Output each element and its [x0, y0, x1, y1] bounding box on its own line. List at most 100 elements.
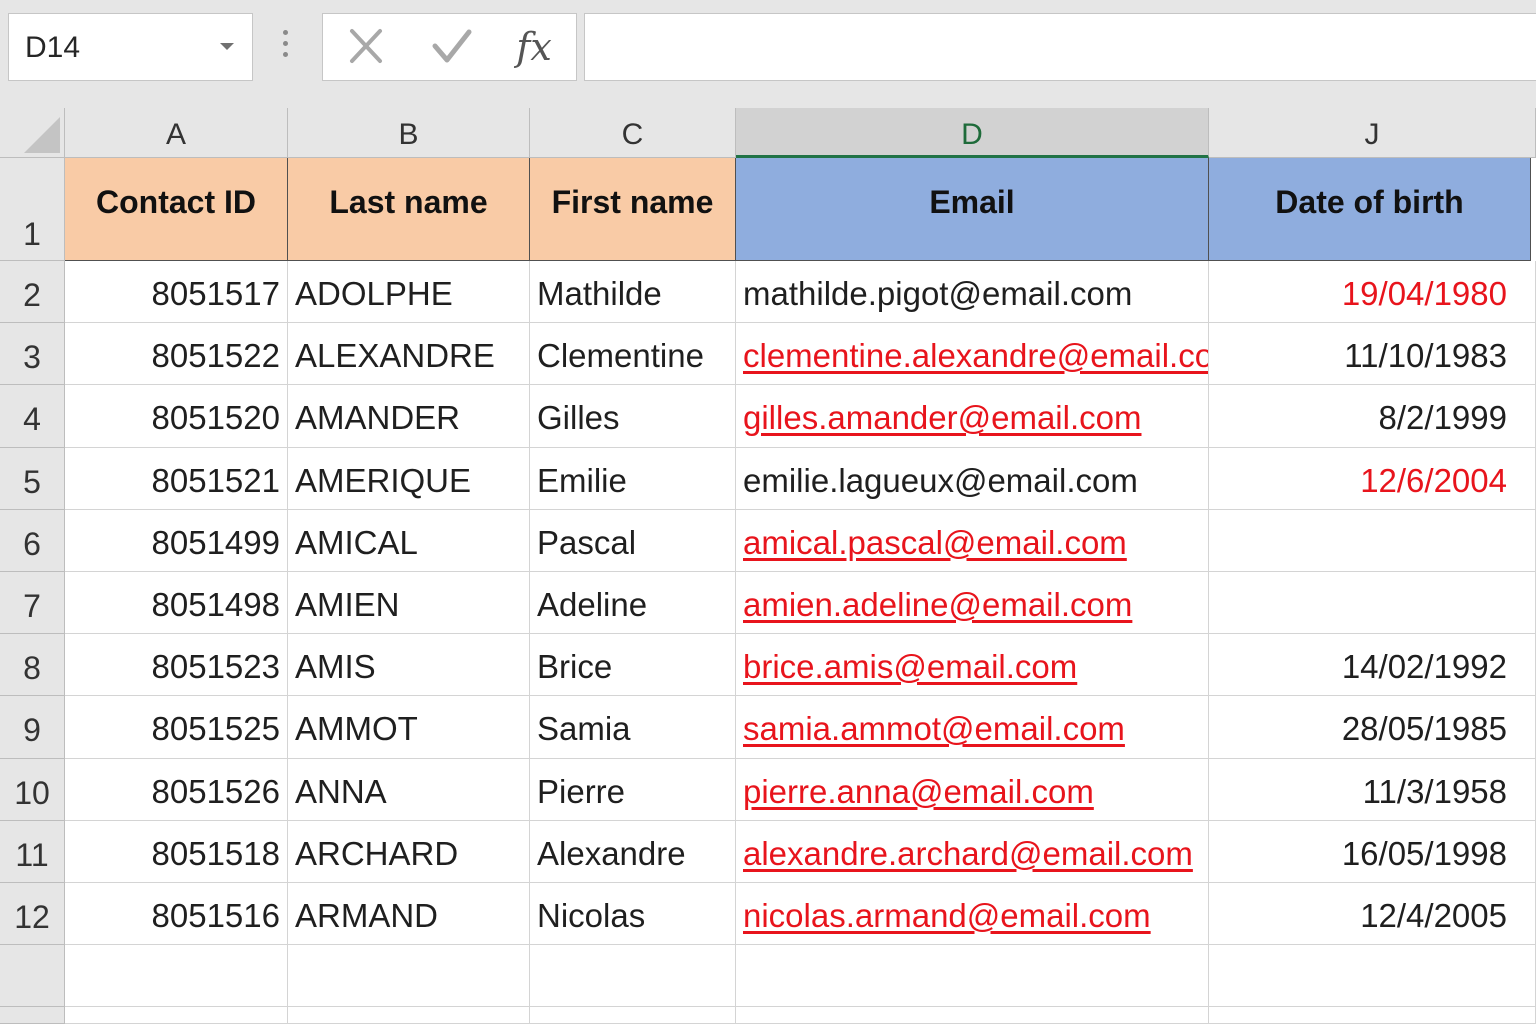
cell-contact-id[interactable]: 8051498 [65, 572, 288, 634]
row-header-4[interactable]: 4 [0, 385, 65, 448]
column-header-c[interactable]: C [530, 108, 736, 158]
row-header-5[interactable]: 5 [0, 448, 65, 510]
column-header-b[interactable]: B [288, 108, 530, 158]
formula-bar: D14 fx [0, 0, 1536, 108]
name-box[interactable]: D14 [8, 13, 253, 81]
cell-last-name[interactable]: AMERIQUE [288, 448, 530, 510]
checkmark-icon[interactable] [427, 24, 477, 70]
cell-date-of-birth[interactable]: 12/4/2005 [1209, 883, 1536, 945]
cell-date-of-birth[interactable]: 28/05/1985 [1209, 696, 1536, 759]
column-header-j[interactable]: J [1209, 108, 1536, 158]
cell-date-of-birth[interactable] [1209, 572, 1536, 634]
chevron-down-icon[interactable] [220, 43, 234, 50]
cell-last-name[interactable]: ADOLPHE [288, 261, 530, 323]
cell-contact-id[interactable]: 8051523 [65, 634, 288, 696]
drag-handle-icon[interactable] [283, 30, 291, 62]
cell-date-of-birth[interactable] [1209, 510, 1536, 572]
cell-empty[interactable] [530, 945, 736, 1007]
cell-empty[interactable] [288, 945, 530, 1007]
column-header-a[interactable]: A [65, 108, 288, 158]
row-header-1[interactable]: 1 [0, 158, 65, 261]
header-last-name[interactable]: Last name [288, 158, 530, 261]
row-header-8[interactable]: 8 [0, 634, 65, 696]
header-date-of-birth[interactable]: Date of birth [1209, 158, 1531, 261]
cell-last-name[interactable]: ALEXANDRE [288, 323, 530, 385]
cancel-icon[interactable] [341, 24, 391, 70]
cell-contact-id[interactable]: 8051517 [65, 261, 288, 323]
cell-last-name[interactable]: AMICAL [288, 510, 530, 572]
cell-last-name[interactable]: AMIS [288, 634, 530, 696]
cell-email[interactable]: mathilde.pigot@email.com [736, 261, 1209, 323]
cell-empty[interactable] [65, 945, 288, 1007]
column-header-d[interactable]: D [736, 108, 1209, 158]
cell-first-name[interactable]: Pierre [530, 759, 736, 821]
cell-last-name[interactable]: AMMOT [288, 696, 530, 759]
cell-first-name[interactable]: Mathilde [530, 261, 736, 323]
cell-date-of-birth[interactable]: 19/04/1980 [1209, 261, 1536, 323]
cell-contact-id[interactable]: 8051520 [65, 385, 288, 448]
cell-last-name[interactable]: AMANDER [288, 385, 530, 448]
cell-email[interactable]: nicolas.armand@email.com [736, 883, 1209, 945]
cell-email[interactable]: emilie.lagueux@email.com [736, 448, 1209, 510]
cell-first-name[interactable]: Samia [530, 696, 736, 759]
formula-tools: fx [322, 13, 577, 81]
cell-contact-id[interactable]: 8051518 [65, 821, 288, 883]
header-contact-id[interactable]: Contact ID [65, 158, 288, 261]
cell-last-name[interactable]: ANNA [288, 759, 530, 821]
cell-contact-id[interactable]: 8051526 [65, 759, 288, 821]
select-all-icon [24, 117, 60, 153]
cell-date-of-birth[interactable]: 11/3/1958 [1209, 759, 1536, 821]
row-header-empty[interactable] [0, 1007, 65, 1024]
insert-function-button[interactable]: fx [509, 24, 559, 70]
cell-date-of-birth[interactable]: 11/10/1983 [1209, 323, 1536, 385]
row-header-7[interactable]: 7 [0, 572, 65, 634]
cell-contact-id[interactable]: 8051521 [65, 448, 288, 510]
cell-empty[interactable] [65, 1007, 288, 1024]
cell-first-name[interactable]: Emilie [530, 448, 736, 510]
header-email[interactable]: Email [736, 158, 1209, 261]
formula-input[interactable] [584, 13, 1536, 81]
cell-empty[interactable] [1209, 945, 1536, 1007]
cell-first-name[interactable]: Pascal [530, 510, 736, 572]
cell-empty[interactable] [530, 1007, 736, 1024]
cell-first-name[interactable]: Clementine [530, 323, 736, 385]
row-header-6[interactable]: 6 [0, 510, 65, 572]
cell-last-name[interactable]: ARMAND [288, 883, 530, 945]
cell-email[interactable]: brice.amis@email.com [736, 634, 1209, 696]
cell-date-of-birth[interactable]: 14/02/1992 [1209, 634, 1536, 696]
row-header-10[interactable]: 10 [0, 759, 65, 821]
cell-email[interactable]: gilles.amander@email.com [736, 385, 1209, 448]
cell-first-name[interactable]: Gilles [530, 385, 736, 448]
cell-empty[interactable] [1209, 1007, 1536, 1024]
cell-email[interactable]: pierre.anna@email.com [736, 759, 1209, 821]
row-header-empty[interactable] [0, 945, 65, 1007]
cell-first-name[interactable]: Nicolas [530, 883, 736, 945]
cell-contact-id[interactable]: 8051516 [65, 883, 288, 945]
cell-first-name[interactable]: Alexandre [530, 821, 736, 883]
cell-last-name[interactable]: ARCHARD [288, 821, 530, 883]
cell-date-of-birth[interactable]: 16/05/1998 [1209, 821, 1536, 883]
header-first-name[interactable]: First name [530, 158, 736, 261]
cell-email[interactable]: amical.pascal@email.com [736, 510, 1209, 572]
select-all-button[interactable] [0, 108, 65, 158]
cell-empty[interactable] [736, 945, 1209, 1007]
cell-contact-id[interactable]: 8051522 [65, 323, 288, 385]
cell-email[interactable]: amien.adeline@email.com [736, 572, 1209, 634]
row-header-9[interactable]: 9 [0, 696, 65, 759]
row-header-2[interactable]: 2 [0, 261, 65, 323]
cell-last-name[interactable]: AMIEN [288, 572, 530, 634]
row-header-11[interactable]: 11 [0, 821, 65, 883]
cell-empty[interactable] [288, 1007, 530, 1024]
cell-email[interactable]: alexandre.archard@email.com [736, 821, 1209, 883]
cell-first-name[interactable]: Brice [530, 634, 736, 696]
cell-first-name[interactable]: Adeline [530, 572, 736, 634]
cell-email[interactable]: samia.ammot@email.com [736, 696, 1209, 759]
cell-empty[interactable] [736, 1007, 1209, 1024]
cell-contact-id[interactable]: 8051499 [65, 510, 288, 572]
cell-date-of-birth[interactable]: 12/6/2004 [1209, 448, 1536, 510]
row-header-3[interactable]: 3 [0, 323, 65, 385]
cell-contact-id[interactable]: 8051525 [65, 696, 288, 759]
row-header-12[interactable]: 12 [0, 883, 65, 945]
cell-date-of-birth[interactable]: 8/2/1999 [1209, 385, 1536, 448]
cell-email[interactable]: clementine.alexandre@email.com [736, 323, 1209, 385]
